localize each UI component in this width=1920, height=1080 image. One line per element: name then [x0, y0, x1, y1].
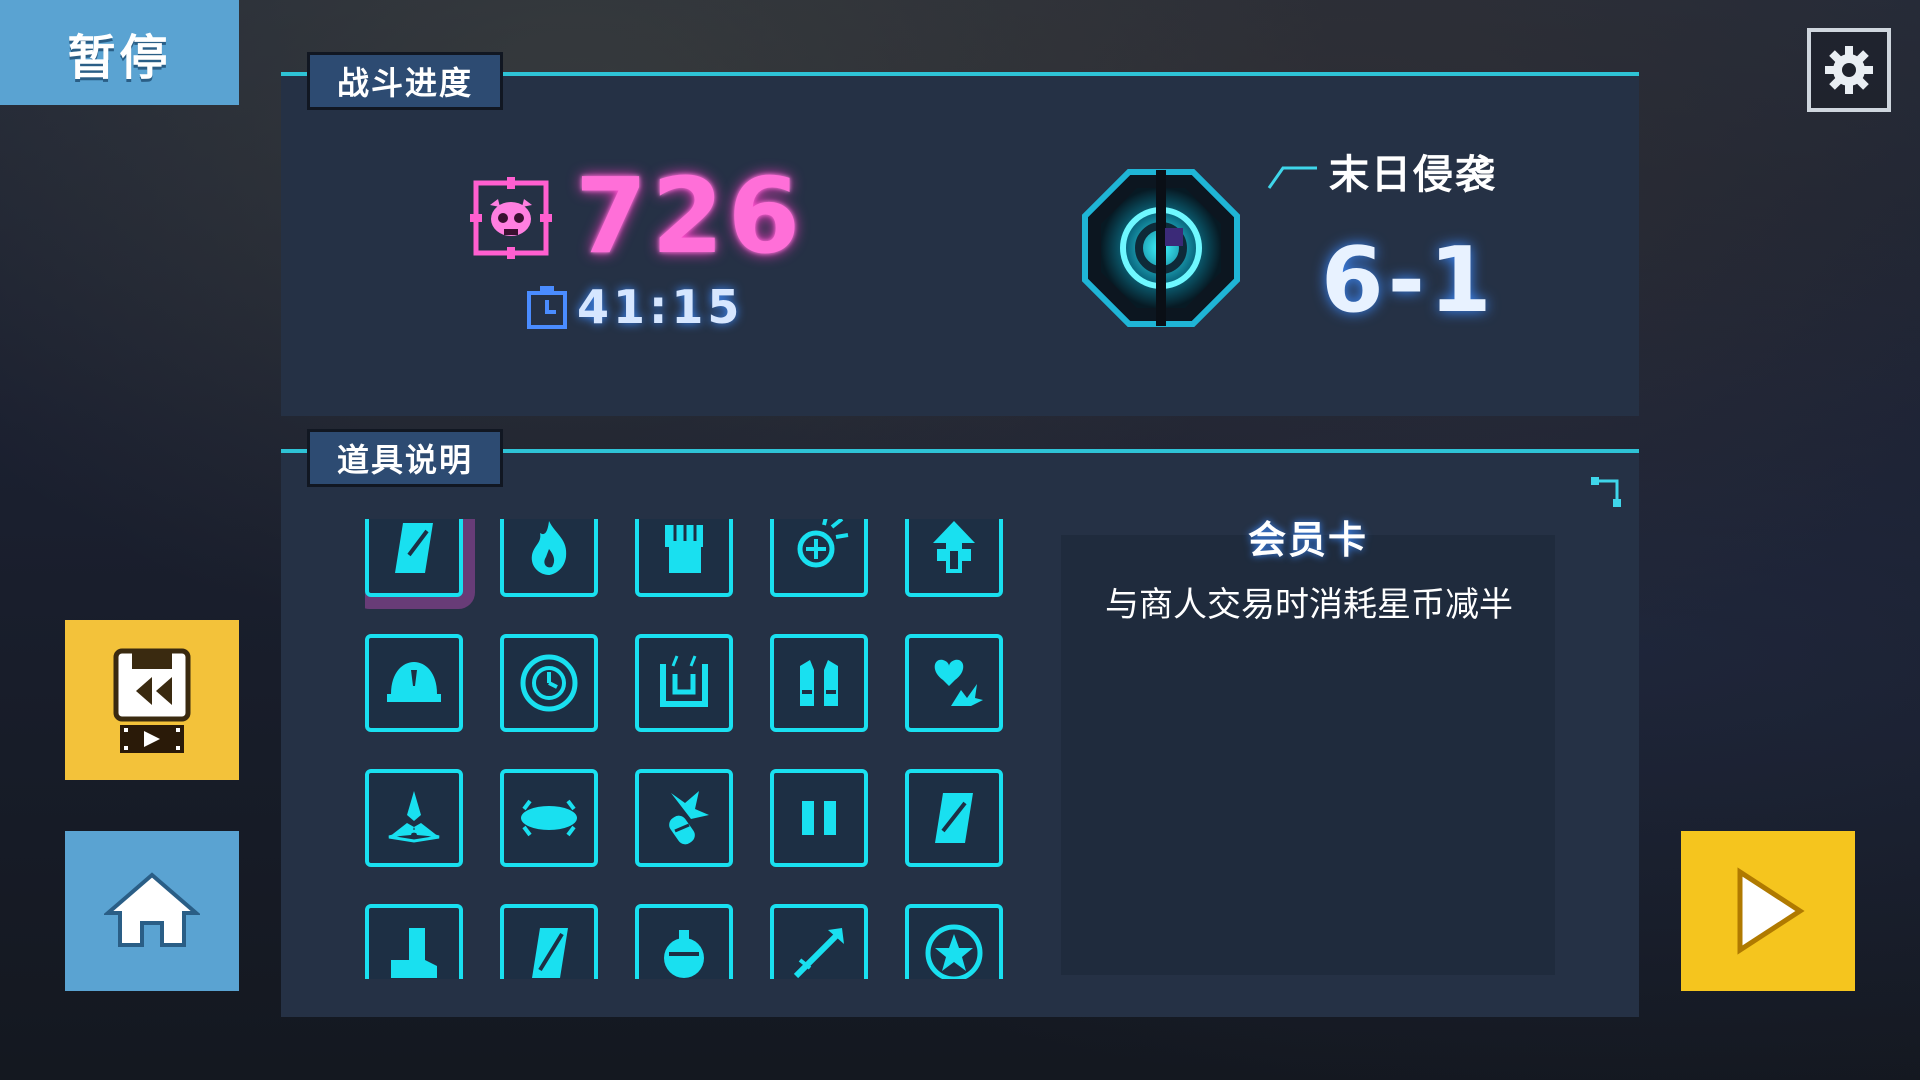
item-slot-crosshair[interactable]	[770, 519, 868, 597]
helmet-icon	[387, 662, 441, 702]
save-rewind-icon	[113, 648, 191, 753]
item-slot-pause-bars[interactable]	[770, 769, 868, 867]
item-name: 会员卡	[1247, 518, 1368, 562]
home-button[interactable]	[65, 831, 239, 991]
item-slot-card[interactable]	[905, 769, 1003, 867]
restore-save-button[interactable]	[65, 620, 239, 780]
play-icon	[1737, 867, 1805, 955]
gear-icon	[1825, 46, 1873, 94]
battle-progress-tab: 战斗进度	[307, 52, 503, 110]
saucer-icon	[521, 799, 577, 837]
item-slot-membership-card[interactable]	[365, 519, 463, 597]
item-slot-heart-explosion[interactable]	[905, 634, 1003, 732]
kill-count: 726	[575, 155, 805, 277]
portal-icon	[1082, 169, 1240, 327]
fist-icon	[665, 525, 703, 573]
arrow-up-plus-icon	[933, 521, 975, 573]
item-slot-clock-ring[interactable]	[500, 634, 598, 732]
item-info-tab: 道具说明	[307, 429, 503, 487]
item-slot-boot[interactable]	[365, 904, 463, 979]
heart-explosion-icon	[934, 659, 983, 706]
tri-blade-icon	[388, 791, 440, 843]
battle-progress-panel: 战斗进度 726 41:15 末日侵袭 6-1	[281, 52, 1639, 416]
battle-progress-tab-label: 战斗进度	[336, 64, 473, 102]
item-info-tab-label: 道具说明	[336, 441, 473, 479]
arrow-strike-icon	[793, 928, 844, 979]
stage-number: 6-1	[1321, 228, 1496, 333]
item-slot-helmet[interactable]	[365, 634, 463, 732]
stage-title-decoration	[1267, 166, 1317, 189]
boot-icon	[391, 928, 437, 978]
card-icon	[935, 793, 973, 843]
recycle-box-icon	[660, 655, 708, 707]
item-slot-capsule-burst[interactable]	[635, 769, 733, 867]
item-slot-vest[interactable]	[770, 634, 868, 732]
item-slot-potion[interactable]	[635, 904, 733, 979]
item-slot-tri-blade[interactable]	[365, 769, 463, 867]
item-info-panel: 道具说明 会员卡 与商人交易时消耗星币减半	[281, 429, 1639, 1017]
expand-icon[interactable]	[1589, 475, 1623, 509]
item-description: 与商人交易时消耗星币减半	[1105, 585, 1513, 625]
item-slot-arrow-strike[interactable]	[770, 904, 868, 979]
pause-screen: 暂停 战斗进度 726 41:15 末日侵袭 6-1 道具说明 会员卡 与商人交…	[0, 0, 1920, 1080]
item-slot-arrow-up[interactable]	[905, 519, 1003, 597]
elapsed-time: 41:15	[577, 280, 744, 334]
item-slot-fist[interactable]	[635, 519, 733, 597]
item-slot-star-badge[interactable]	[905, 904, 1003, 979]
item-slot-card-slice[interactable]	[500, 904, 598, 979]
pause-title-tab: 暂停	[0, 0, 239, 105]
item-description-box: 会员卡 与商人交易时消耗星币减半	[1061, 518, 1555, 975]
stopwatch-icon	[527, 286, 567, 329]
crosshair-burst-icon	[797, 519, 849, 568]
settings-button[interactable]	[1807, 28, 1891, 112]
item-grid[interactable]	[365, 519, 1025, 979]
resume-button[interactable]	[1681, 831, 1855, 991]
stage-name: 末日侵袭	[1329, 152, 1497, 198]
star-badge-icon	[925, 924, 983, 979]
item-slot-recycle-box[interactable]	[635, 634, 733, 732]
potion-icon	[664, 930, 704, 978]
pause-title: 暂停	[67, 29, 172, 86]
skull-target-icon	[470, 177, 552, 259]
item-slot-saucer[interactable]	[500, 769, 598, 867]
card-slice-icon	[532, 928, 568, 978]
item-slot-flame[interactable]	[500, 519, 598, 597]
home-icon	[104, 872, 200, 947]
flame-icon	[531, 521, 567, 575]
membership-card-icon	[395, 523, 433, 573]
pause-bars-icon	[802, 801, 836, 835]
capsule-burst-icon	[669, 791, 709, 845]
clock-ring-icon	[520, 654, 578, 712]
vest-icon	[800, 660, 838, 706]
